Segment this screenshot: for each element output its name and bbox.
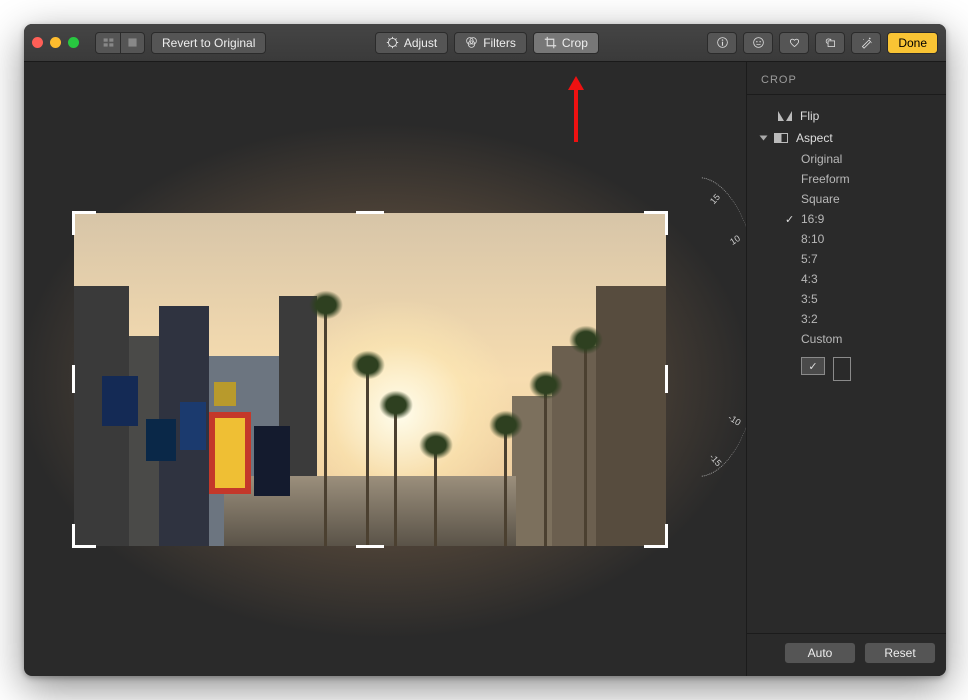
crop-frame[interactable] bbox=[74, 213, 666, 546]
view-mode-segmented[interactable] bbox=[95, 32, 145, 54]
revert-to-original-button[interactable]: Revert to Original bbox=[151, 32, 266, 54]
canvas-area: 15 10 5 0 -5 -10 -15 bbox=[24, 62, 746, 676]
aspect-option-label: 5:7 bbox=[801, 252, 818, 266]
crop-icon bbox=[544, 36, 557, 49]
adjust-icon bbox=[386, 36, 399, 49]
aspect-option-label: Custom bbox=[801, 332, 842, 346]
aspect-option[interactable]: Original bbox=[757, 149, 940, 169]
done-button[interactable]: Done bbox=[887, 32, 938, 54]
window-controls bbox=[32, 37, 79, 48]
aspect-option[interactable]: 5:7 bbox=[757, 249, 940, 269]
flip-label: Flip bbox=[800, 109, 819, 123]
aspect-option-label: Square bbox=[801, 192, 840, 206]
single-icon bbox=[126, 36, 139, 49]
aspect-option[interactable]: 8:10 bbox=[757, 229, 940, 249]
rotate-button[interactable] bbox=[815, 32, 845, 54]
favorite-button[interactable] bbox=[779, 32, 809, 54]
crop-handle-bottom[interactable] bbox=[356, 545, 384, 548]
filters-icon bbox=[465, 36, 478, 49]
aspect-row[interactable]: Aspect bbox=[757, 127, 940, 149]
crop-handle-bl[interactable] bbox=[72, 524, 96, 548]
aspect-option-label: 16:9 bbox=[801, 212, 824, 226]
straighten-dial[interactable]: 15 10 5 0 -5 -10 -15 bbox=[648, 177, 746, 477]
filters-tab-label: Filters bbox=[483, 36, 516, 50]
aspect-option[interactable]: 4:3 bbox=[757, 269, 940, 289]
dial-arc bbox=[633, 177, 746, 477]
rotate-icon bbox=[824, 36, 837, 49]
aspect-option-label: 8:10 bbox=[801, 232, 824, 246]
aspect-label: Aspect bbox=[796, 131, 833, 145]
auto-button[interactable]: Auto bbox=[784, 642, 856, 664]
crop-tab-label: Crop bbox=[562, 36, 588, 50]
sidebar-title: CROP bbox=[747, 62, 946, 95]
crop-tab[interactable]: Crop bbox=[533, 32, 599, 54]
minimize-window-button[interactable] bbox=[50, 37, 61, 48]
heart-icon bbox=[788, 36, 801, 49]
view-mode-thumbnail[interactable] bbox=[96, 33, 120, 53]
flip-icon bbox=[778, 111, 792, 121]
filters-tab[interactable]: Filters bbox=[454, 32, 527, 54]
aspect-option-label: Freeform bbox=[801, 172, 850, 186]
adjust-tab[interactable]: Adjust bbox=[375, 32, 448, 54]
wand-icon bbox=[860, 36, 873, 49]
aspect-option-label: Original bbox=[801, 152, 842, 166]
reset-button[interactable]: Reset bbox=[864, 642, 936, 664]
orientation-portrait[interactable] bbox=[833, 357, 851, 381]
aspect-option[interactable]: 3:2 bbox=[757, 309, 940, 329]
aspect-option[interactable]: Freeform bbox=[757, 169, 940, 189]
flip-row[interactable]: Flip bbox=[757, 105, 940, 127]
aspect-option[interactable]: Square bbox=[757, 189, 940, 209]
enhance-button[interactable] bbox=[851, 32, 881, 54]
photo-preview bbox=[74, 213, 666, 546]
annotation-arrow bbox=[564, 74, 588, 144]
close-window-button[interactable] bbox=[32, 37, 43, 48]
editor-body: 15 10 5 0 -5 -10 -15 CROP Flip bbox=[24, 62, 946, 676]
view-mode-single[interactable] bbox=[120, 33, 144, 53]
aspect-option[interactable]: 3:5 bbox=[757, 289, 940, 309]
orientation-landscape[interactable]: ✓ bbox=[801, 357, 825, 375]
crop-handle-left[interactable] bbox=[72, 365, 75, 393]
orientation-row: ✓ bbox=[757, 349, 940, 381]
check-icon: ✓ bbox=[785, 213, 794, 226]
crop-sidebar: CROP Flip Aspect Original Freeform Square ✓… bbox=[746, 62, 946, 676]
photos-edit-window: Revert to Original Adjust Filters Crop bbox=[24, 24, 946, 676]
aspect-icon bbox=[774, 133, 788, 143]
crop-handle-tl[interactable] bbox=[72, 211, 96, 235]
aspect-option-label: 4:3 bbox=[801, 272, 818, 286]
crop-handle-top[interactable] bbox=[356, 211, 384, 214]
crop-handle-br[interactable] bbox=[644, 524, 668, 548]
face-icon bbox=[752, 36, 765, 49]
info-button[interactable] bbox=[707, 32, 737, 54]
aspect-option-label: 3:2 bbox=[801, 312, 818, 326]
grid-icon bbox=[102, 36, 115, 49]
disclosure-triangle-icon bbox=[760, 136, 768, 141]
aspect-option[interactable]: Custom bbox=[757, 329, 940, 349]
zoom-window-button[interactable] bbox=[68, 37, 79, 48]
toolbar: Revert to Original Adjust Filters Crop bbox=[24, 24, 946, 62]
aspect-option-label: 3:5 bbox=[801, 292, 818, 306]
aspect-option[interactable]: ✓ 16:9 bbox=[757, 209, 940, 229]
adjust-tab-label: Adjust bbox=[404, 36, 437, 50]
info-icon bbox=[716, 36, 729, 49]
aspect-options-list: Original Freeform Square ✓ 16:9 8:10 5:7 4:3 3:5… bbox=[757, 149, 940, 349]
faces-button[interactable] bbox=[743, 32, 773, 54]
